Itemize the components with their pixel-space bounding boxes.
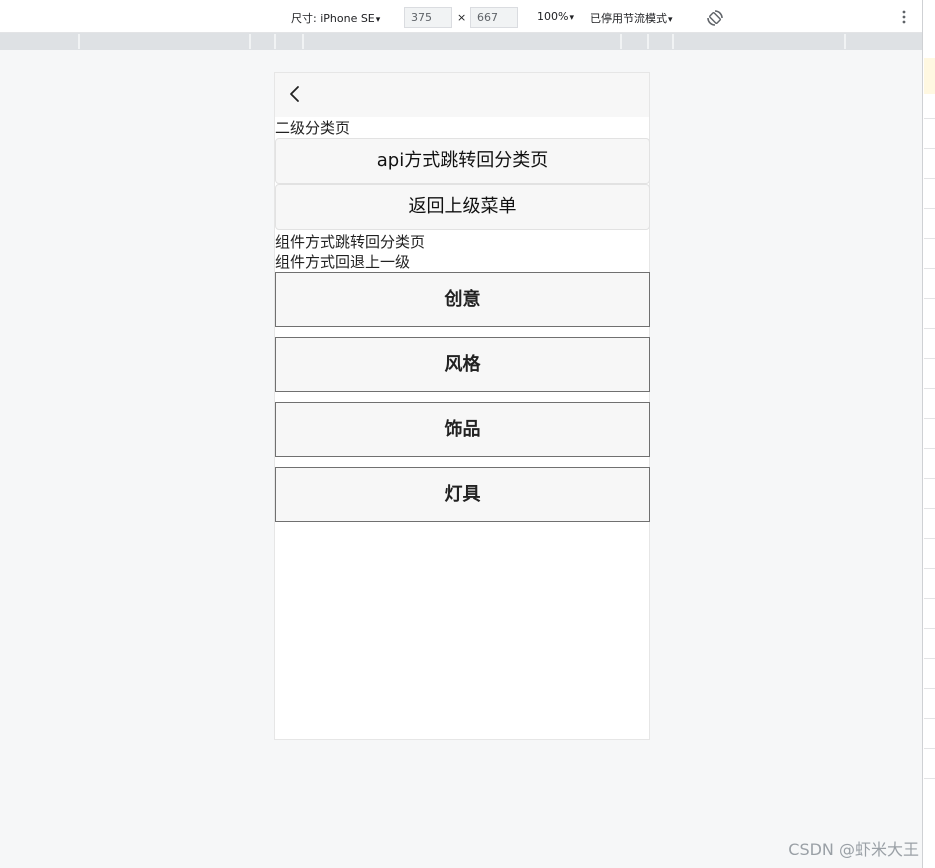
back-to-parent-button[interactable]: 返回上级菜单: [275, 184, 650, 230]
navigation-bar: [275, 73, 649, 117]
panel-divider: [924, 118, 935, 119]
dimension-separator: ×: [457, 11, 467, 24]
device-select[interactable]: 尺寸: iPhone SE▾: [291, 10, 380, 26]
throttle-select-label: 已停用节流模式: [590, 12, 667, 25]
panel-divider: [924, 208, 935, 209]
back-arrow-icon[interactable]: [287, 84, 301, 104]
panel-divider: [924, 688, 935, 689]
panel-divider: [924, 238, 935, 239]
ruler-tick: [302, 34, 304, 49]
category-button-creative[interactable]: 创意: [275, 272, 650, 327]
panel-divider: [924, 328, 935, 329]
chevron-down-icon: ▾: [569, 13, 574, 23]
category-button-accessories[interactable]: 饰品: [275, 402, 650, 457]
panel-divider: [924, 508, 935, 509]
ruler-tick: [620, 34, 622, 49]
zoom-select-label: 100%: [537, 10, 569, 23]
panel-divider: [924, 448, 935, 449]
chevron-down-icon: ▾: [668, 15, 673, 25]
panel-divider: [924, 268, 935, 269]
ruler-tick: [672, 34, 674, 49]
panel-divider: [924, 178, 935, 179]
media-query-ruler[interactable]: [0, 33, 922, 50]
devtools-side-panel-edge: [922, 0, 935, 868]
more-vertical-icon[interactable]: [900, 9, 908, 25]
watermark: CSDN @虾米大王: [788, 840, 919, 859]
ruler-tick: [647, 34, 649, 49]
panel-divider: [924, 358, 935, 359]
device-viewport: 二级分类页 api方式跳转回分类页 返回上级菜单 组件方式跳转回分类页 组件方式…: [274, 72, 650, 740]
ruler-tick: [249, 34, 251, 49]
device-select-label: 尺寸: iPhone SE: [291, 12, 375, 25]
panel-divider: [924, 298, 935, 299]
panel-divider: [924, 478, 935, 479]
panel-divider: [924, 388, 935, 389]
panel-divider: [924, 748, 935, 749]
component-navigate-link[interactable]: 组件方式跳转回分类页: [275, 233, 425, 251]
height-input[interactable]: 667: [470, 7, 518, 28]
panel-divider: [924, 718, 935, 719]
panel-divider: [924, 778, 935, 779]
panel-divider: [924, 658, 935, 659]
panel-divider: [924, 628, 935, 629]
width-input[interactable]: 375: [404, 7, 452, 28]
page-title: 二级分类页: [275, 119, 351, 137]
panel-divider: [924, 418, 935, 419]
throttle-select[interactable]: 已停用节流模式▾: [590, 10, 673, 26]
category-button-style[interactable]: 风格: [275, 337, 650, 392]
chevron-down-icon: ▾: [375, 15, 381, 25]
panel-divider: [924, 598, 935, 599]
ruler-tick: [844, 34, 846, 49]
device-toolbar: 尺寸: iPhone SE▾ 375 × 667 100%▾ 已停用节流模式▾: [0, 0, 922, 33]
ruler-tick: [78, 34, 80, 49]
panel-divider: [924, 568, 935, 569]
rotate-icon[interactable]: [706, 9, 724, 27]
component-back-link[interactable]: 组件方式回退上一级: [275, 253, 410, 271]
category-button-lighting[interactable]: 灯具: [275, 467, 650, 522]
api-navigate-button[interactable]: api方式跳转回分类页: [275, 138, 650, 184]
warning-marker: [924, 58, 935, 94]
ruler-tick: [274, 34, 276, 49]
panel-divider: [924, 148, 935, 149]
zoom-select[interactable]: 100%▾: [537, 10, 574, 23]
panel-divider: [924, 538, 935, 539]
